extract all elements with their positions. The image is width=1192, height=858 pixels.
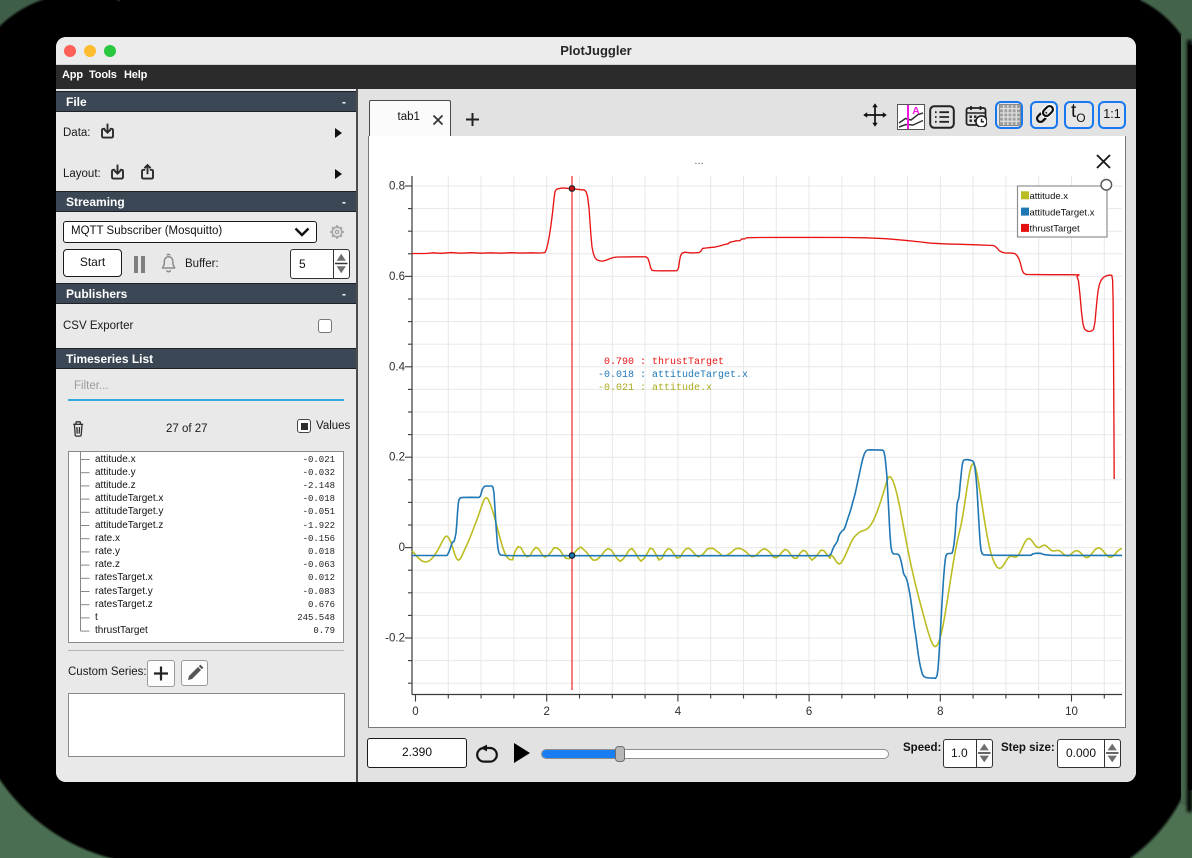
svg-text:0.2: 0.2 — [389, 452, 405, 464]
svg-text:-0.021 : attitude.x: -0.021 : attitude.x — [598, 382, 712, 394]
svg-text:0.4: 0.4 — [389, 361, 406, 373]
svg-text:4: 4 — [675, 706, 682, 718]
svg-text:thrustTarget: thrustTarget — [1030, 224, 1081, 235]
svg-text:10: 10 — [1065, 706, 1078, 718]
svg-text:-0.018 : attitudeTarget.x: -0.018 : attitudeTarget.x — [598, 369, 748, 381]
svg-text:0.790 : thrustTarget: 0.790 : thrustTarget — [604, 356, 724, 368]
svg-text:0: 0 — [399, 542, 405, 554]
svg-text:-0.2: -0.2 — [385, 633, 405, 645]
svg-text:0.6: 0.6 — [389, 271, 405, 283]
svg-text:A: A — [912, 105, 920, 117]
svg-text:6: 6 — [806, 706, 812, 718]
svg-text:0: 0 — [412, 706, 418, 718]
svg-text:attitudeTarget.x: attitudeTarget.x — [1030, 207, 1095, 218]
svg-text:attitude.x: attitude.x — [1030, 191, 1069, 202]
svg-text:8: 8 — [937, 706, 943, 718]
svg-text:0.8: 0.8 — [389, 181, 405, 193]
svg-text:...: ... — [694, 155, 703, 167]
svg-text:2: 2 — [543, 706, 549, 718]
